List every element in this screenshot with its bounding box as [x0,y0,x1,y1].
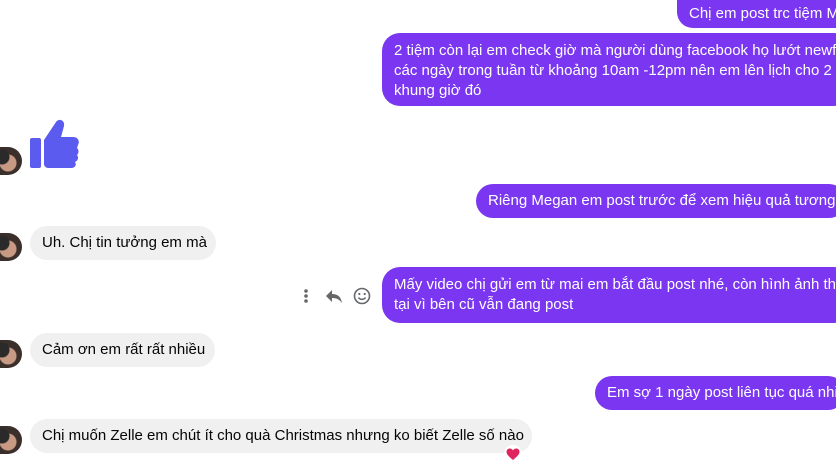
message-text: Uh. Chị tin tưởng em mà [42,234,207,251]
incoming-message[interactable]: Chị muốn Zelle em chút ít cho quà Christ… [30,419,532,453]
message-text: Riêng Megan em post trước để xem hiệu qu… [488,192,836,209]
incoming-message[interactable]: Cảm ơn em rất rất nhiều [30,333,215,367]
like-thumb-icon[interactable] [28,118,80,172]
avatar[interactable] [0,147,22,175]
outgoing-message[interactable]: Chị em post trc tiệm M [677,0,836,28]
message-line: tại vì bên cũ vẫn đang post [394,296,574,313]
message-text: Em sợ 1 ngày post liên tục quá nhi [607,384,836,401]
message-line: Mấy video chị gửi em từ mai em bắt đầu p… [394,276,836,293]
message-actions [296,284,376,308]
message-text: Chị muốn Zelle em chút ít cho quà Christ… [42,427,524,444]
message-line: các ngày trong tuần từ khoảng 10am -12pm… [394,62,832,79]
message-text: Chị em post trc tiệm M [689,5,836,22]
outgoing-message[interactable]: Riêng Megan em post trước để xem hiệu qu… [476,184,836,218]
message-line: khung giờ đó [394,82,482,99]
avatar[interactable] [0,340,22,368]
incoming-message[interactable]: Uh. Chị tin tưởng em mà [30,226,216,260]
avatar[interactable] [0,426,22,454]
more-options-icon[interactable] [296,286,316,306]
reply-icon[interactable] [324,286,344,306]
outgoing-message[interactable]: 2 tiệm còn lại em check giờ mà người dùn… [382,33,836,106]
message-line: 2 tiệm còn lại em check giờ mà người dùn… [394,42,836,59]
outgoing-message[interactable]: Em sợ 1 ngày post liên tục quá nhi [595,376,836,410]
avatar[interactable] [0,233,22,261]
message-text: Cảm ơn em rất rất nhiều [42,341,206,358]
outgoing-message[interactable]: Mấy video chị gửi em từ mai em bắt đầu p… [382,267,836,323]
emoji-react-icon[interactable] [352,286,372,306]
heart-reaction-icon[interactable] [504,445,522,463]
